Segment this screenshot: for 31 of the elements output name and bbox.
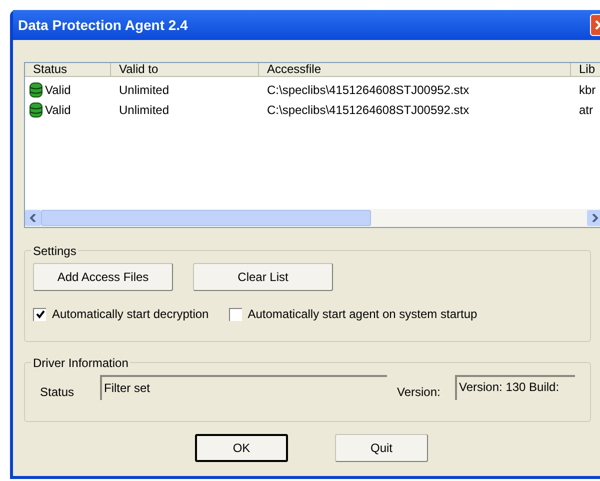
column-header[interactable]: Status xyxy=(25,63,111,76)
database-icon xyxy=(29,102,43,118)
action-button[interactable]: Add Access Files xyxy=(33,263,173,291)
window-title: Data Protection Agent 2.4 xyxy=(18,16,188,35)
checkbox-label[interactable]: Automatically start agent on system startup xyxy=(248,305,478,323)
table-cell-text: atr xyxy=(579,102,594,119)
version-label: Version: xyxy=(397,384,442,401)
table-cell-text: Unlimited xyxy=(119,82,170,99)
table-cell-text: C:\speclibs\4151264608STJ00592.stx xyxy=(267,102,470,119)
checkbox[interactable] xyxy=(33,308,46,320)
table-cell-text: kbr xyxy=(579,82,596,99)
dialog-button[interactable]: Quit xyxy=(335,434,428,462)
status-field: Filter set xyxy=(100,375,387,400)
table-cell-text: Valid xyxy=(45,102,71,119)
scroll-left-button[interactable] xyxy=(25,210,41,226)
horizontal-scrollbar[interactable] xyxy=(25,209,600,227)
column-header[interactable]: Accessfile xyxy=(259,63,571,76)
scrollbar-thumb[interactable] xyxy=(41,210,371,226)
checkbox[interactable] xyxy=(228,308,242,320)
checkbox-label[interactable]: Automatically start decryption xyxy=(52,305,209,323)
dialog-button[interactable]: OK xyxy=(195,434,288,462)
table-cell-text: C:\speclibs\4151264608STJ00952.stx xyxy=(267,82,470,99)
column-header[interactable]: Lib xyxy=(571,63,600,76)
status-label: Status xyxy=(40,384,76,401)
action-button[interactable]: Clear List xyxy=(193,263,333,291)
column-header[interactable]: Valid to xyxy=(111,63,259,76)
scroll-right-button[interactable] xyxy=(587,210,600,226)
table-cell-text: Unlimited xyxy=(119,102,170,119)
table-cell-text: Valid xyxy=(45,82,71,99)
version-field: Version: 130 Build: xyxy=(455,375,575,400)
database-icon xyxy=(29,82,43,98)
